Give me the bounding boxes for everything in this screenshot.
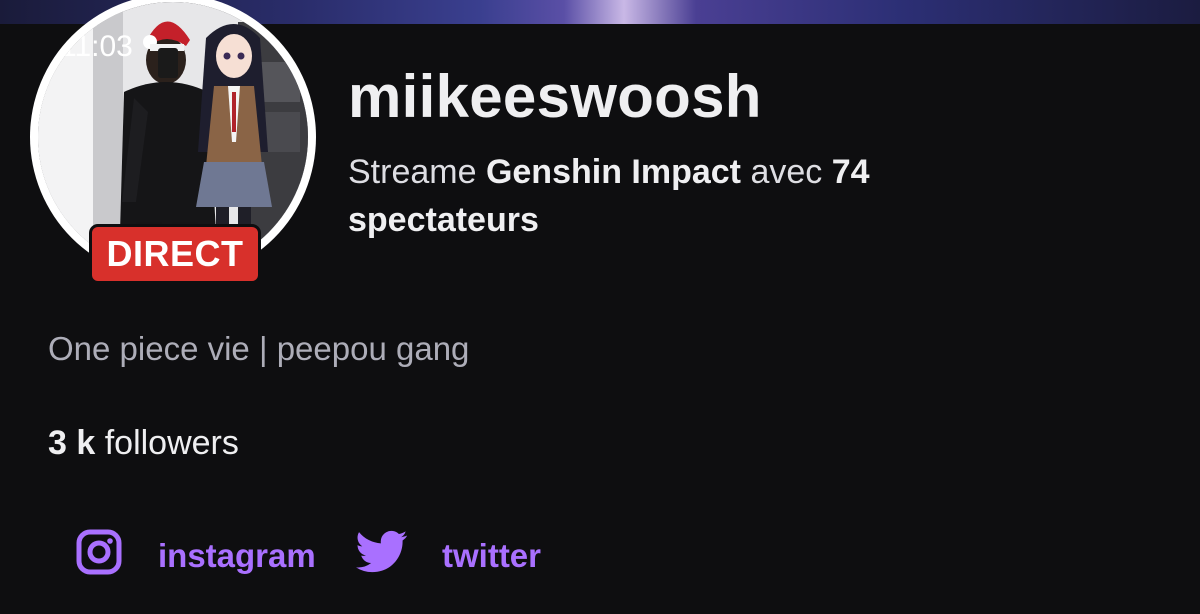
- instagram-label: instagram: [158, 537, 316, 574]
- game-link[interactable]: Genshin Impact: [486, 153, 741, 191]
- viewers-label: spectateurs: [348, 201, 539, 239]
- followers-label: followers: [104, 424, 239, 462]
- with-text: avec: [750, 153, 823, 191]
- followers-count: 3 k followers: [48, 424, 239, 463]
- avatar-time-overlay: 11:03: [60, 30, 133, 63]
- channel-bio: One piece vie | peepou gang: [48, 330, 470, 367]
- instagram-link[interactable]: instagram: [76, 529, 316, 583]
- streaming-prefix: Streame: [348, 153, 477, 191]
- followers-number: 3 k: [48, 424, 96, 462]
- instagram-icon: [76, 529, 122, 583]
- live-badge: DIRECT: [89, 224, 261, 284]
- channel-name[interactable]: miikeeswoosh: [348, 62, 762, 131]
- twitter-link[interactable]: twitter: [356, 529, 541, 583]
- twitter-label: twitter: [442, 537, 541, 574]
- viewer-count: 74: [831, 153, 870, 191]
- stream-info: Streame Genshin Impact avec 74 spectateu…: [348, 148, 1048, 244]
- twitter-icon: [356, 529, 408, 583]
